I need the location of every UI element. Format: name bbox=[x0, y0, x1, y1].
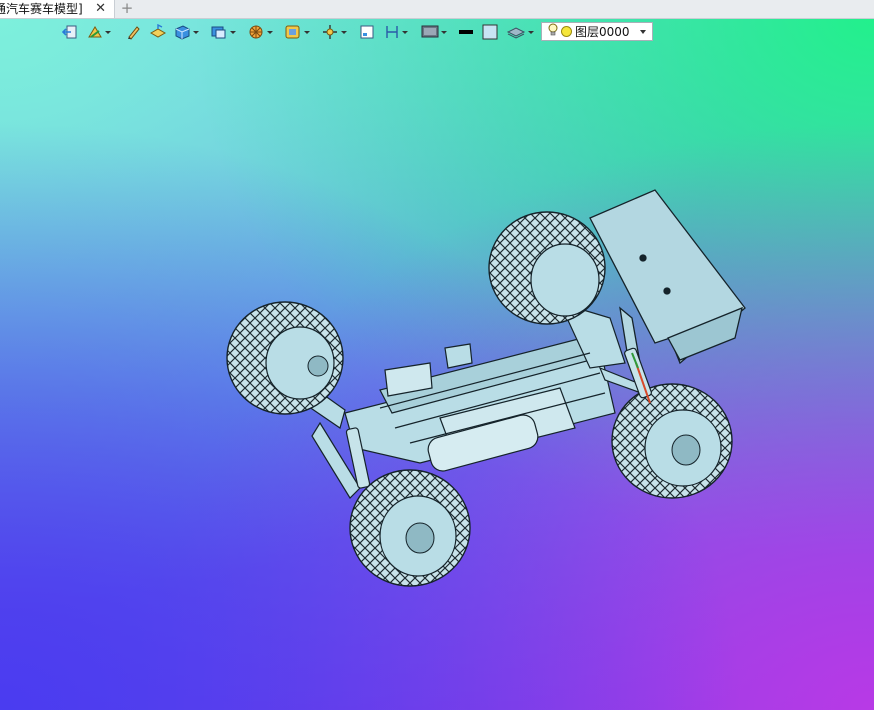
close-tab-icon[interactable]: ✕ bbox=[95, 0, 106, 18]
wheel-front-left bbox=[226, 301, 344, 415]
dimension-icon[interactable] bbox=[384, 22, 408, 42]
view-face-icon[interactable] bbox=[284, 22, 310, 42]
shell-icon[interactable] bbox=[210, 22, 236, 42]
revolve-icon[interactable] bbox=[247, 22, 273, 42]
display-icon[interactable] bbox=[421, 22, 447, 42]
layer-stack-icon[interactable] bbox=[506, 22, 534, 42]
move-icon[interactable] bbox=[321, 22, 347, 42]
exit-icon[interactable] bbox=[62, 22, 78, 42]
sketch-icon[interactable] bbox=[87, 22, 111, 42]
pencil-icon[interactable] bbox=[126, 22, 142, 42]
document-tab-label: 通汽车赛车模型] bbox=[0, 2, 83, 16]
layer-name: 图层0000 bbox=[575, 25, 630, 39]
wheel-rear-left bbox=[488, 211, 606, 325]
add-tab-icon[interactable]: + bbox=[120, 0, 134, 18]
chassis bbox=[295, 302, 657, 499]
document-tab-bar: 通汽车赛车模型] ✕ + bbox=[0, 0, 874, 19]
fill-color-icon[interactable] bbox=[482, 22, 498, 42]
line-color-icon[interactable] bbox=[458, 22, 474, 42]
document-tab[interactable]: 通汽车赛车模型] ✕ bbox=[0, 0, 115, 18]
solid-box-icon[interactable] bbox=[173, 22, 199, 42]
lightbulb-icon[interactable] bbox=[548, 23, 558, 40]
wheel-rear-right bbox=[611, 383, 733, 499]
extrude-icon[interactable] bbox=[149, 22, 167, 42]
layer-color-swatch[interactable] bbox=[561, 26, 572, 37]
3d-viewport[interactable] bbox=[0, 18, 874, 710]
frame-icon[interactable] bbox=[359, 22, 375, 42]
chevron-down-icon[interactable] bbox=[640, 30, 646, 34]
layer-select[interactable]: 图层0000 bbox=[541, 22, 653, 41]
rc-car-model bbox=[226, 189, 746, 587]
main-toolbar: 图层0000 bbox=[0, 22, 874, 42]
wheel-front-right bbox=[349, 469, 471, 587]
